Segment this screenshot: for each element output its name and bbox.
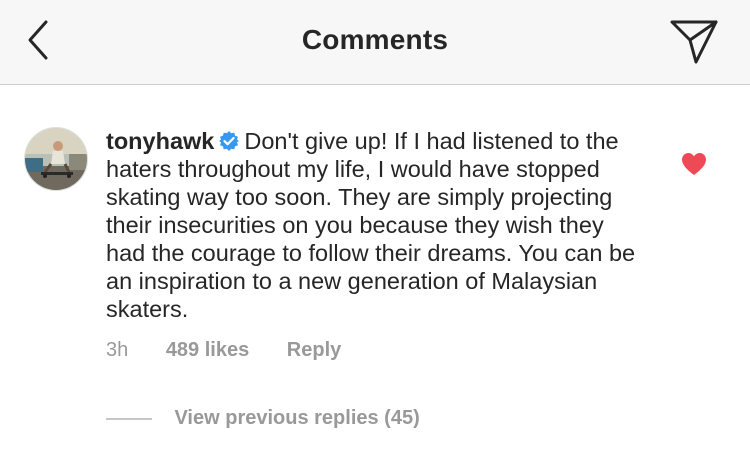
comment-meta: 3h 489 likes Reply bbox=[106, 339, 341, 362]
verified-badge-icon bbox=[218, 130, 240, 152]
likes-count[interactable]: 489 likes bbox=[166, 339, 249, 362]
view-replies-row: View previous replies (45) bbox=[106, 407, 420, 435]
top-bar: Comments bbox=[0, 0, 750, 85]
comment-username[interactable]: tonyhawk bbox=[106, 128, 214, 154]
comment-timestamp: 3h bbox=[106, 339, 129, 361]
comment-item: tonyhawk Don't give up! If I had listened… bbox=[0, 85, 750, 461]
replies-divider bbox=[106, 417, 152, 420]
paper-plane-icon bbox=[670, 20, 718, 64]
view-replies-button[interactable]: View previous replies (45) bbox=[174, 407, 419, 430]
reply-button[interactable]: Reply bbox=[287, 339, 341, 362]
avatar[interactable] bbox=[24, 127, 88, 191]
like-button[interactable] bbox=[680, 151, 708, 177]
comment-message: Don't give up! If I had listened to the … bbox=[106, 128, 636, 322]
share-button[interactable] bbox=[664, 12, 724, 68]
heart-icon bbox=[682, 153, 706, 175]
comment-body: tonyhawk Don't give up! If I had listened… bbox=[106, 127, 646, 323]
page-title: Comments bbox=[301, 24, 449, 55]
